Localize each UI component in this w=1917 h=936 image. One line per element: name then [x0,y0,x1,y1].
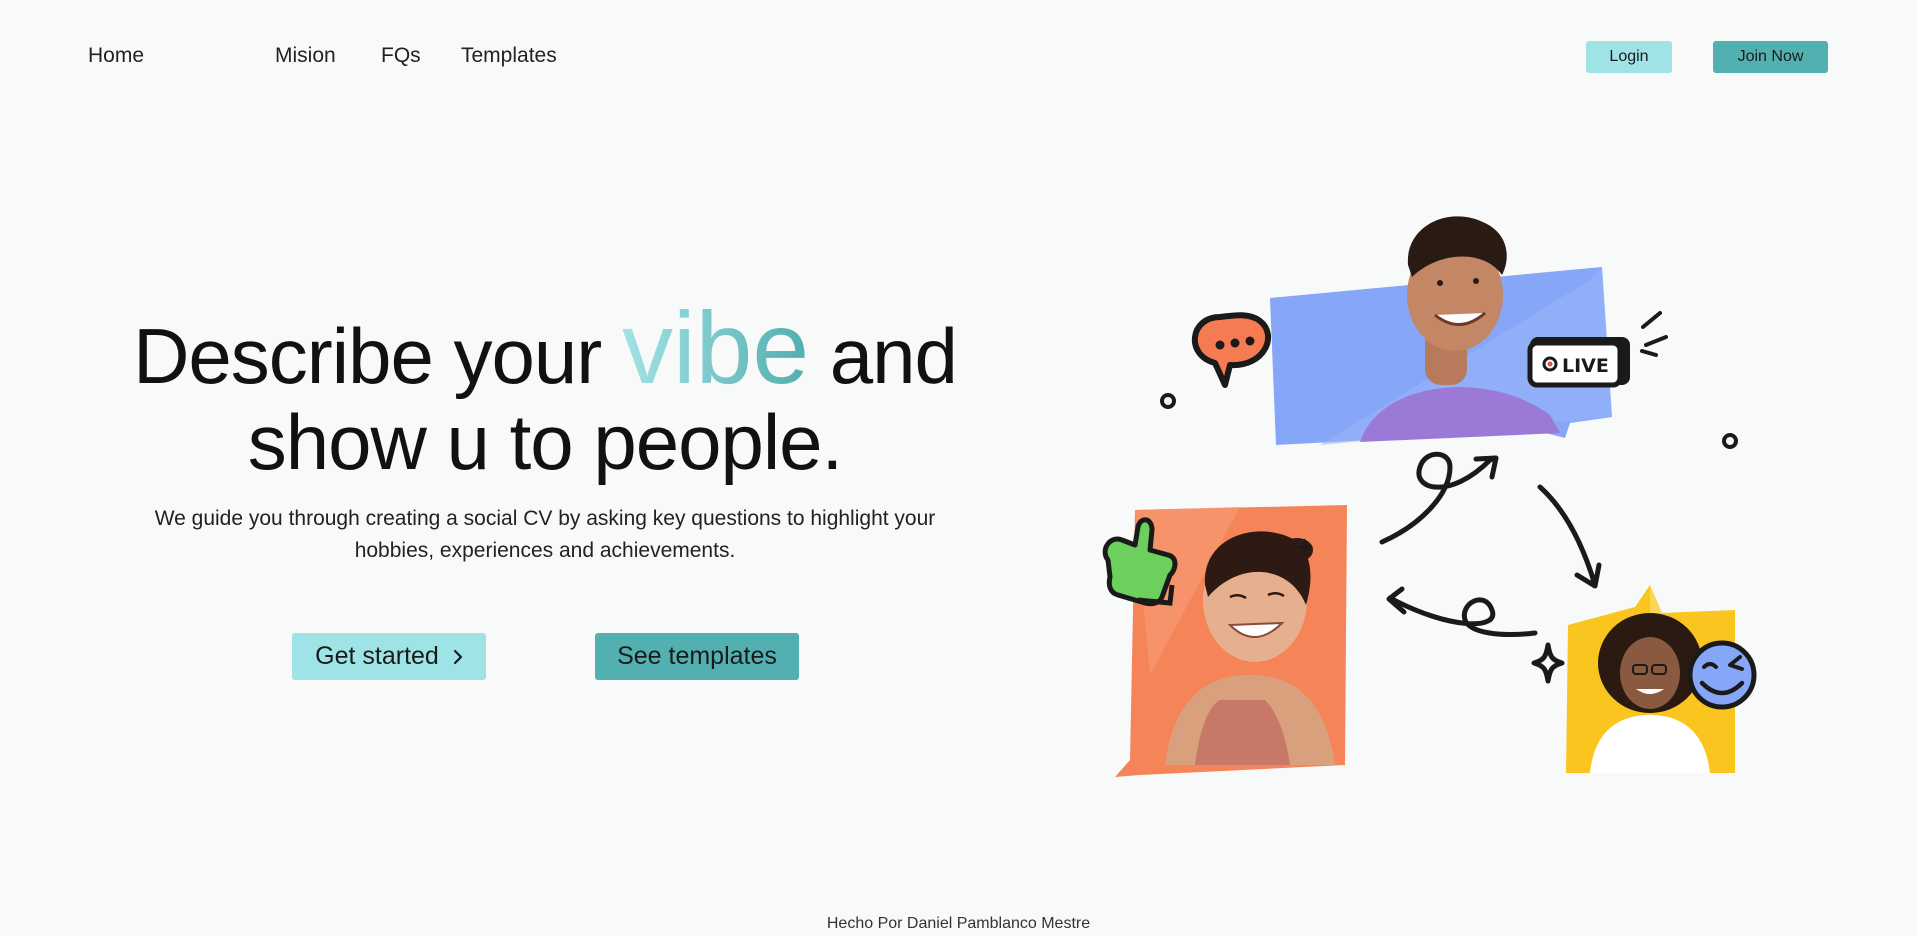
login-button[interactable]: Login [1586,41,1672,73]
hero-illustration: LIVE [1090,205,1770,790]
man-photo-card [1270,216,1612,445]
footer-credit: Hecho Por Daniel Pamblanco Mestre [826,915,1091,932]
see-templates-button[interactable]: See templates [595,633,799,680]
sparkle-icon [1531,642,1565,684]
collage-illustration: LIVE [1102,216,1757,777]
nav-templates-link[interactable]: Templates [461,44,557,68]
get-started-button[interactable]: Get started [292,633,486,680]
nav-fqs-link[interactable]: FQs [381,44,421,68]
nav-mision-link[interactable]: Mision [275,44,336,68]
hero-title: Describe your vibe and show u to people. [85,297,1005,485]
dot-decoration [1722,433,1738,449]
chevron-right-icon [453,649,462,664]
join-now-button[interactable]: Join Now [1713,41,1828,73]
live-badge-label: LIVE [1562,355,1609,377]
hero-title-highlight: vibe [621,291,810,405]
curly-arrow-icon [1379,451,1602,637]
dot-decoration [1160,393,1176,409]
wink-smiley-icon [1687,640,1757,710]
get-started-label: Get started [315,642,439,670]
chat-bubble-icon [1192,312,1272,388]
hero-subtitle: We guide you through creating a social C… [154,507,936,562]
see-templates-label: See templates [617,642,777,670]
nav-home-link[interactable]: Home [88,44,144,68]
hero-title-part1: Describe your [133,312,622,400]
